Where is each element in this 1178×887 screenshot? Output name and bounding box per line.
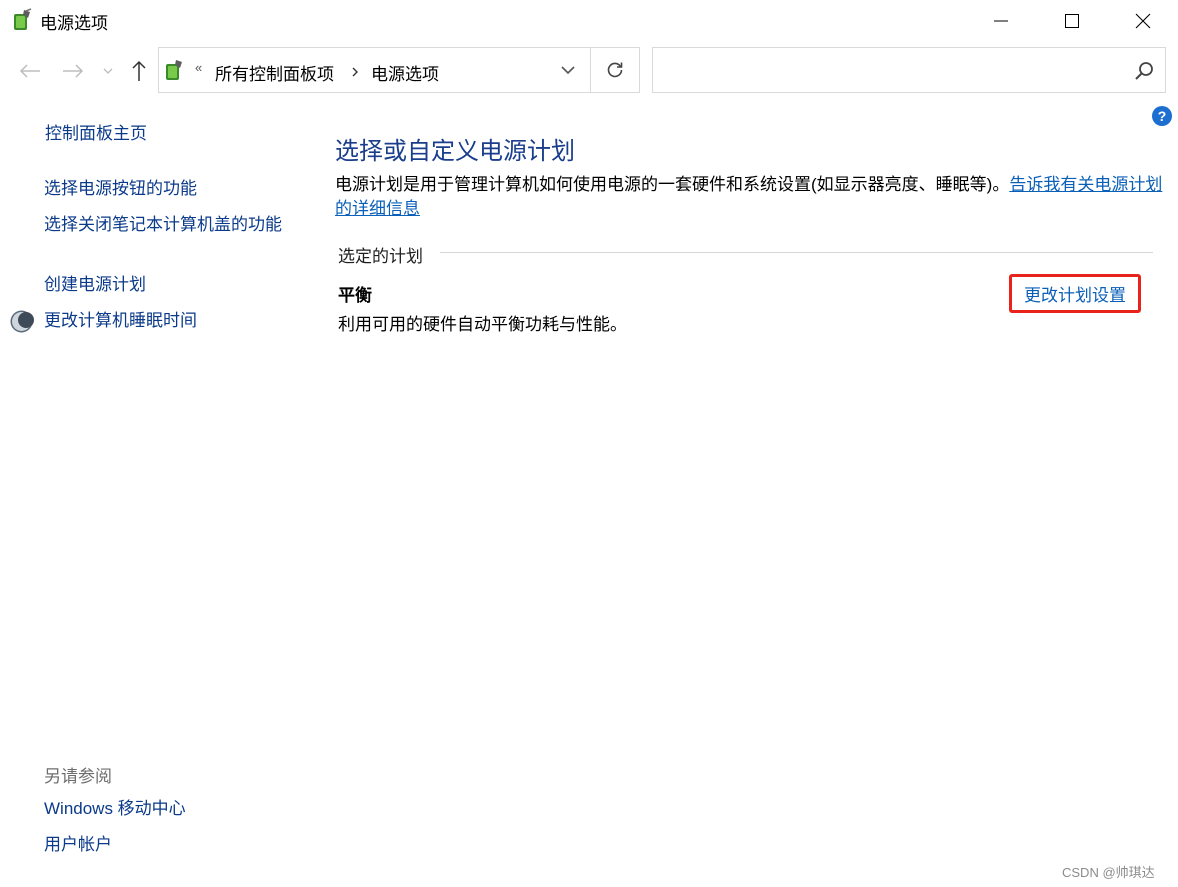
chevron-down-icon — [561, 66, 575, 75]
moon-icon — [10, 310, 34, 333]
arrow-up-icon — [132, 60, 146, 81]
chevron-right-icon[interactable] — [351, 66, 359, 78]
watermark: CSDN @帅琪达 — [1062, 865, 1155, 880]
plan-name: 平衡 — [338, 286, 372, 305]
see-also-user-accounts[interactable]: 用户帐户 — [44, 833, 112, 857]
forward-button[interactable] — [58, 56, 88, 86]
maximize-button[interactable] — [1037, 0, 1107, 42]
maximize-icon — [1065, 14, 1079, 28]
power-options-icon — [14, 8, 32, 30]
close-icon — [1135, 13, 1151, 29]
arrow-right-icon — [63, 64, 84, 78]
minimize-icon — [994, 20, 1008, 22]
help-icon[interactable]: ? — [1152, 106, 1172, 126]
address-bar[interactable]: « 所有控制面板项 电源选项 — [158, 47, 590, 93]
see-also-heading: 另请参阅 — [44, 767, 112, 786]
selected-plan-label: 选定的计划 — [338, 247, 423, 266]
refresh-button[interactable] — [590, 47, 640, 93]
page-title: 选择或自定义电源计划 — [335, 138, 575, 165]
section-divider — [440, 252, 1153, 253]
plan-description: 利用可用的硬件自动平衡功耗与性能。 — [338, 315, 627, 334]
sidebar-control-panel-home[interactable]: 控制面板主页 — [45, 122, 147, 146]
minimize-button[interactable] — [966, 0, 1036, 42]
breadcrumb-all-control-panel-items[interactable]: 所有控制面板项 — [215, 60, 334, 85]
description-text: 电源计划是用于管理计算机如何使用电源的一套硬件和系统设置(如显示器亮度、睡眠等)… — [335, 175, 1010, 194]
sidebar-item-sleep-time[interactable]: 更改计算机睡眠时间 — [44, 309, 197, 333]
breadcrumb-overflow[interactable]: « — [195, 60, 202, 75]
sidebar-item-power-button[interactable]: 选择电源按钮的功能 — [44, 177, 197, 201]
close-button[interactable] — [1108, 0, 1178, 42]
search-icon[interactable] — [1133, 60, 1155, 82]
change-plan-settings-link[interactable]: 更改计划设置 — [1009, 274, 1141, 313]
search-input[interactable] — [652, 47, 1166, 93]
breadcrumb-power-options[interactable]: 电源选项 — [371, 60, 439, 85]
refresh-icon — [607, 62, 623, 78]
page-description: 电源计划是用于管理计算机如何使用电源的一套硬件和系统设置(如显示器亮度、睡眠等)… — [335, 173, 1165, 221]
back-button[interactable] — [15, 56, 45, 86]
address-dropdown-button[interactable] — [545, 47, 591, 93]
up-button[interactable] — [124, 56, 154, 86]
sidebar-item-create-plan[interactable]: 创建电源计划 — [44, 273, 146, 297]
arrow-left-icon — [19, 64, 40, 78]
power-options-icon — [166, 60, 182, 80]
sidebar-item-lid-close[interactable]: 选择关闭笔记本计算机盖的功能 — [44, 213, 294, 237]
title-bar: 电源选项 — [0, 0, 1178, 42]
recent-locations-button[interactable] — [95, 56, 121, 86]
see-also-mobility-center[interactable]: Windows 移动中心 — [44, 797, 186, 821]
chevron-down-icon — [103, 68, 113, 74]
window-title: 电源选项 — [40, 14, 108, 33]
